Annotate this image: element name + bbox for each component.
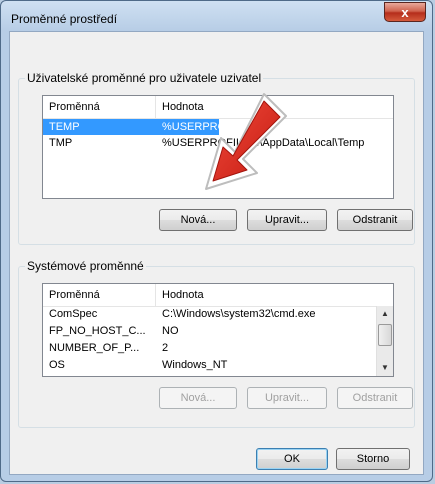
user-edit-button[interactable]: Upravit... [247, 209, 327, 231]
variable-value: C:\Windows\system32\cmd.exe [162, 308, 316, 320]
variable-value: %USERPROFILE%\AppData\Local\Temp [162, 137, 365, 149]
title-bar[interactable]: Proměnné prostředí x [1, 1, 432, 33]
close-button[interactable]: x [384, 2, 426, 22]
system-list-header: Proměnná Hodnota [43, 284, 393, 307]
user-variables-label: Uživatelské proměnné pro uživatele uziva… [25, 71, 264, 85]
scroll-thumb[interactable] [378, 324, 392, 346]
variable-name: ComSpec [49, 308, 98, 320]
variable-name: FP_NO_HOST_C... [49, 325, 146, 337]
user-new-button[interactable]: Nová... [159, 209, 237, 231]
system-variables-label: Systémové proměnné [25, 259, 146, 273]
system-edit-button[interactable]: Upravit... [247, 387, 327, 409]
column-header-value[interactable]: Hodnota [156, 284, 393, 306]
variable-name: TMP [49, 137, 73, 149]
ok-button[interactable]: OK [256, 448, 328, 470]
window-title: Proměnné prostředí [11, 12, 118, 26]
system-variables-group: Systémové proměnné Proměnná Hodnota ComS… [18, 259, 415, 428]
user-variables-group: Uživatelské proměnné pro uživatele uziva… [18, 71, 415, 245]
table-row[interactable]: TEMP %USERPROFILE%\AppData\Local\Temp [43, 119, 364, 135]
dialog-client-area: Uživatelské proměnné pro uživatele uziva… [9, 31, 424, 475]
table-row[interactable]: FP_NO_HOST_C... NO [43, 323, 378, 339]
variable-value: 2 [162, 342, 169, 354]
variable-name: NUMBER_OF_P... [49, 342, 140, 354]
environment-variables-window: Proměnné prostředí x Uživatelské proměnn… [0, 0, 433, 482]
user-list-header: Proměnná Hodnota [43, 96, 393, 119]
system-variables-list[interactable]: Proměnná Hodnota ComSpec C:\Windows\syst… [42, 283, 394, 377]
system-list-scrollbar[interactable]: ▲ ▼ [376, 306, 393, 376]
close-icon: x [401, 5, 409, 20]
variable-value: %USERPROFILE%\AppData\Local\Temp [162, 121, 365, 133]
variable-value: Windows_NT [162, 359, 228, 371]
user-variables-list[interactable]: Proměnná Hodnota TEMP %USERPROFILE%\AppD… [42, 95, 394, 199]
column-header-variable[interactable]: Proměnná [43, 284, 156, 306]
column-header-variable[interactable]: Proměnná [43, 96, 156, 118]
user-delete-button[interactable]: Odstranit [337, 209, 413, 231]
variable-value: NO [162, 325, 179, 337]
system-delete-button[interactable]: Odstranit [337, 387, 413, 409]
variable-name: TEMP [49, 121, 80, 133]
cancel-button[interactable]: Storno [336, 448, 410, 470]
variable-name: OS [49, 359, 65, 371]
table-row[interactable]: NUMBER_OF_P... 2 [43, 340, 378, 356]
scroll-up-arrow-icon[interactable]: ▲ [377, 306, 393, 322]
table-row[interactable]: TMP %USERPROFILE%\AppData\Local\Temp [43, 135, 393, 151]
column-header-value[interactable]: Hodnota [156, 96, 393, 118]
scroll-down-arrow-icon[interactable]: ▼ [377, 360, 393, 376]
system-new-button[interactable]: Nová... [159, 387, 237, 409]
table-row[interactable]: OS Windows_NT [43, 357, 378, 373]
table-row[interactable]: ComSpec C:\Windows\system32\cmd.exe [43, 306, 378, 322]
